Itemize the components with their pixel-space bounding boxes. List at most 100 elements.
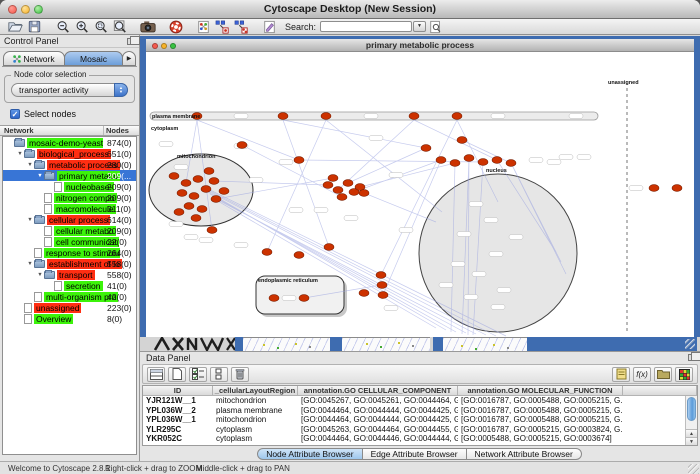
tree-row-primary-metabo[interactable]: ▼primary metabo209(... bbox=[3, 170, 136, 181]
open-session-button[interactable] bbox=[6, 19, 25, 34]
zoom-selected-button[interactable] bbox=[91, 19, 110, 34]
select-attributes-button[interactable] bbox=[147, 367, 165, 382]
network-node[interactable] bbox=[209, 178, 219, 185]
tree-row-response-to-stimulu[interactable]: response to stimulu264(0) bbox=[3, 247, 136, 258]
column-header[interactable]: annotation.GO CELLULAR_COMPONENT bbox=[298, 386, 458, 395]
network-node[interactable] bbox=[204, 168, 214, 175]
network-node[interactable] bbox=[409, 113, 419, 120]
tree-row-metabolic-process[interactable]: ▼metabolic process280(0) bbox=[3, 159, 136, 170]
network-edge[interactable] bbox=[348, 148, 426, 183]
network-node[interactable] bbox=[377, 282, 387, 289]
network-node[interactable] bbox=[464, 155, 474, 162]
table-row[interactable]: YPL036W__2plasma membrane[GO:0044464, GO… bbox=[143, 406, 685, 416]
network-node[interactable] bbox=[450, 160, 460, 167]
network-node[interactable] bbox=[207, 227, 217, 234]
node-color-dropdown[interactable]: transporter activity ▲▼ bbox=[11, 83, 128, 97]
network-node[interactable] bbox=[169, 173, 179, 180]
network-node[interactable] bbox=[269, 295, 279, 302]
attribute-checklist-button[interactable] bbox=[189, 367, 207, 382]
network-node[interactable] bbox=[359, 190, 369, 197]
network-node[interactable] bbox=[177, 190, 187, 197]
network-node[interactable] bbox=[321, 113, 331, 120]
tab-edge-attribute-browser[interactable]: Edge Attribute Browser bbox=[362, 448, 467, 460]
delete-attribute-button[interactable] bbox=[231, 367, 249, 382]
network-node[interactable] bbox=[328, 175, 338, 182]
tree-expand-arrow[interactable]: ▼ bbox=[36, 173, 44, 179]
view-close-button[interactable] bbox=[152, 43, 158, 49]
tree-expand-arrow[interactable]: ▼ bbox=[36, 272, 44, 278]
select-nodes-checkbox[interactable]: ✓ bbox=[10, 109, 20, 119]
tab-node-attribute-browser[interactable]: Node Attribute Browser bbox=[257, 448, 362, 460]
network-node[interactable] bbox=[436, 157, 446, 164]
apply-layout-2-button[interactable] bbox=[232, 19, 251, 34]
close-button[interactable] bbox=[8, 5, 17, 14]
network-node[interactable] bbox=[672, 185, 682, 192]
network-node[interactable] bbox=[294, 252, 304, 259]
tab-mosaic[interactable]: Mosaic bbox=[64, 51, 123, 66]
network-node[interactable] bbox=[237, 142, 247, 149]
tab-network[interactable]: Network bbox=[3, 51, 65, 66]
tree-row-unassigned[interactable]: unassigned223(0) bbox=[3, 302, 136, 313]
network-node[interactable] bbox=[324, 244, 334, 251]
network-node[interactable] bbox=[174, 209, 184, 216]
network-node[interactable] bbox=[452, 113, 462, 120]
create-attribute-button[interactable] bbox=[168, 367, 186, 382]
tree-expand-arrow[interactable]: ▼ bbox=[16, 151, 24, 157]
tab-network-attribute-browser[interactable]: Network Attribute Browser bbox=[466, 448, 582, 460]
scroll-up-button[interactable]: ▲ bbox=[686, 429, 697, 437]
apply-layout-1-button[interactable] bbox=[213, 19, 232, 34]
network-edge[interactable] bbox=[267, 120, 326, 252]
view-maximize-button[interactable] bbox=[170, 43, 176, 49]
tree-expand-arrow[interactable]: ▼ bbox=[26, 217, 34, 223]
window-resize-grip[interactable] bbox=[685, 339, 695, 349]
tree-expand-arrow[interactable]: ▼ bbox=[26, 261, 34, 267]
network-edge[interactable] bbox=[414, 120, 497, 160]
network-node[interactable] bbox=[343, 180, 353, 187]
table-row[interactable]: YDR039C__1mitochondrion[GO:0044464, GO:0… bbox=[143, 444, 685, 446]
tree-row-secretion[interactable]: secretion41(0) bbox=[3, 280, 136, 291]
column-header[interactable]: ID bbox=[143, 386, 213, 395]
float-panel-icon[interactable] bbox=[127, 38, 135, 45]
search-options-button[interactable] bbox=[426, 19, 445, 34]
tree-row-cellular-process[interactable]: ▼cellular process614(0) bbox=[3, 214, 136, 225]
network-node[interactable] bbox=[359, 290, 369, 297]
zoom-in-button[interactable] bbox=[72, 19, 91, 34]
formula-button[interactable]: f(x) bbox=[633, 367, 651, 382]
network-edge[interactable] bbox=[283, 120, 426, 148]
tree-row-overview[interactable]: Overview8(0) bbox=[3, 313, 136, 324]
create-view-button[interactable] bbox=[194, 19, 213, 34]
tree-row-cellular-metabo[interactable]: cellular metabo209(0) bbox=[3, 225, 136, 236]
window-titlebar[interactable]: Cytoscape Desktop (New Session) bbox=[0, 0, 700, 19]
tree-row-biological-process[interactable]: ▼biological_process651(0) bbox=[3, 148, 136, 159]
tree-row-nucleobase-[interactable]: nucleobase-209(0) bbox=[3, 181, 136, 192]
search-dropdown-button[interactable]: ▼ bbox=[413, 21, 426, 32]
network-node[interactable] bbox=[376, 272, 386, 279]
network-node[interactable] bbox=[478, 159, 488, 166]
tree-row-macromolecule[interactable]: macromolecule311(0) bbox=[3, 203, 136, 214]
network-edge[interactable] bbox=[360, 163, 455, 187]
network-node[interactable] bbox=[184, 203, 194, 210]
tree-row-establishment-of-lo[interactable]: ▼establishment of lo558(0) bbox=[3, 258, 136, 269]
app-resize-grip[interactable] bbox=[688, 464, 699, 474]
network-node[interactable] bbox=[191, 215, 201, 222]
zoom-out-button[interactable] bbox=[53, 19, 72, 34]
attribute-table-header[interactable]: ID_cellularLayoutRegionannotation.GO CEL… bbox=[143, 386, 697, 396]
help-button[interactable] bbox=[166, 19, 185, 34]
network-node[interactable] bbox=[181, 180, 191, 187]
tree-row-multi-organism-pro[interactable]: multi-organism pro42(0) bbox=[3, 291, 136, 302]
save-session-button[interactable] bbox=[25, 19, 44, 34]
tree-row-mosaic-demo-yeast[interactable]: mosaic-demo-yeast874(0) bbox=[3, 137, 136, 148]
network-node[interactable] bbox=[333, 187, 343, 194]
search-input[interactable] bbox=[320, 21, 412, 32]
network-node[interactable] bbox=[378, 292, 388, 299]
table-row[interactable]: YKR052Ccytoplasm[GO:0044464, GO:0044446,… bbox=[143, 434, 685, 444]
network-node[interactable] bbox=[189, 193, 199, 200]
network-node[interactable] bbox=[201, 186, 211, 193]
minimize-button[interactable] bbox=[21, 5, 30, 14]
attribute-boxes-button[interactable] bbox=[210, 367, 228, 382]
column-header[interactable]: annotation.GO MOLECULAR_FUNCTION bbox=[458, 386, 623, 395]
network-node[interactable] bbox=[457, 137, 467, 144]
import-attributes-button[interactable] bbox=[654, 367, 672, 382]
network-node[interactable] bbox=[337, 194, 347, 201]
table-scrollbar[interactable]: ▲ ▼ bbox=[685, 396, 697, 445]
